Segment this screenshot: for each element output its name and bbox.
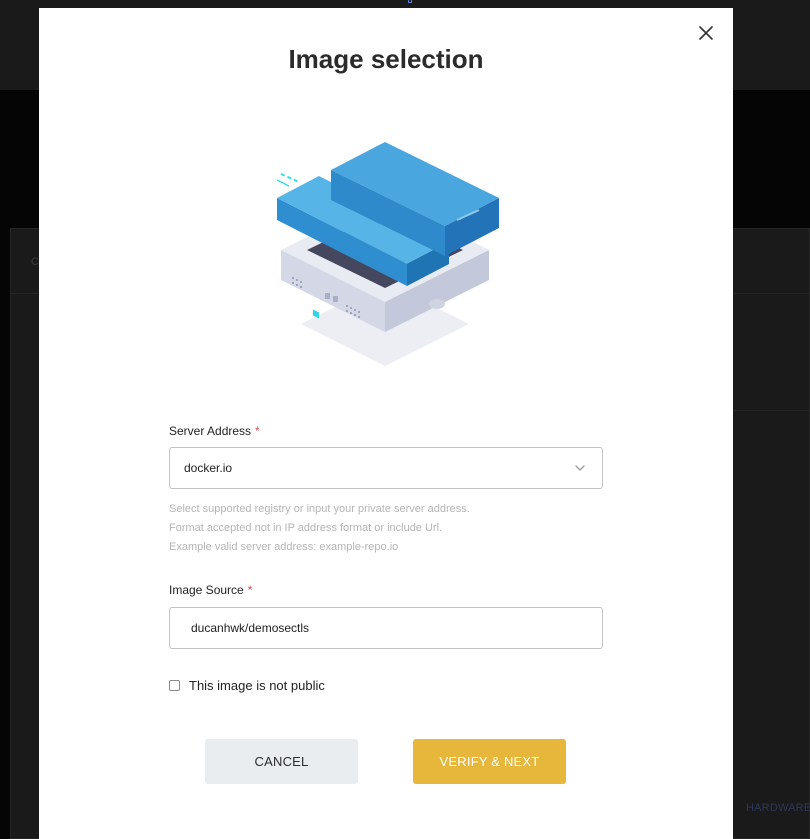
background-divider <box>734 410 810 411</box>
background-focus-marker <box>408 0 412 3</box>
server-illustration-icon <box>276 142 499 366</box>
image-source-label: Image Source * <box>169 583 252 597</box>
server-address-help: Select supported registry or input your … <box>169 500 470 557</box>
chevron-down-icon <box>575 465 585 471</box>
not-public-checkbox-row[interactable]: This image is not public <box>169 678 325 693</box>
close-icon <box>699 26 713 40</box>
required-mark: * <box>247 583 253 597</box>
image-selection-modal: Image selection Server Address * docker.… <box>39 8 733 839</box>
server-address-select[interactable]: docker.io <box>169 447 603 489</box>
help-line: Format accepted not in IP address format… <box>169 522 443 534</box>
background-hardware-label: HARDWARE <box>746 802 810 814</box>
server-address-label-text: Server Address <box>169 424 252 438</box>
help-line: Example valid server address: example-re… <box>169 541 399 553</box>
image-source-input[interactable] <box>169 607 603 649</box>
close-button[interactable] <box>695 22 717 44</box>
image-source-label-text: Image Source <box>169 583 244 597</box>
not-public-checkbox-label: This image is not public <box>189 678 325 693</box>
modal-title: Image selection <box>288 44 484 74</box>
not-public-checkbox[interactable] <box>169 680 180 691</box>
required-mark: * <box>255 424 260 438</box>
verify-next-button[interactable]: VERIFY & NEXT <box>413 739 566 784</box>
server-address-value: docker.io <box>184 461 233 475</box>
cancel-button[interactable]: CANCEL <box>205 739 358 784</box>
help-line: Select supported registry or input your … <box>169 503 470 515</box>
background-left-label: C <box>31 256 39 268</box>
server-address-label: Server Address * <box>169 424 260 438</box>
